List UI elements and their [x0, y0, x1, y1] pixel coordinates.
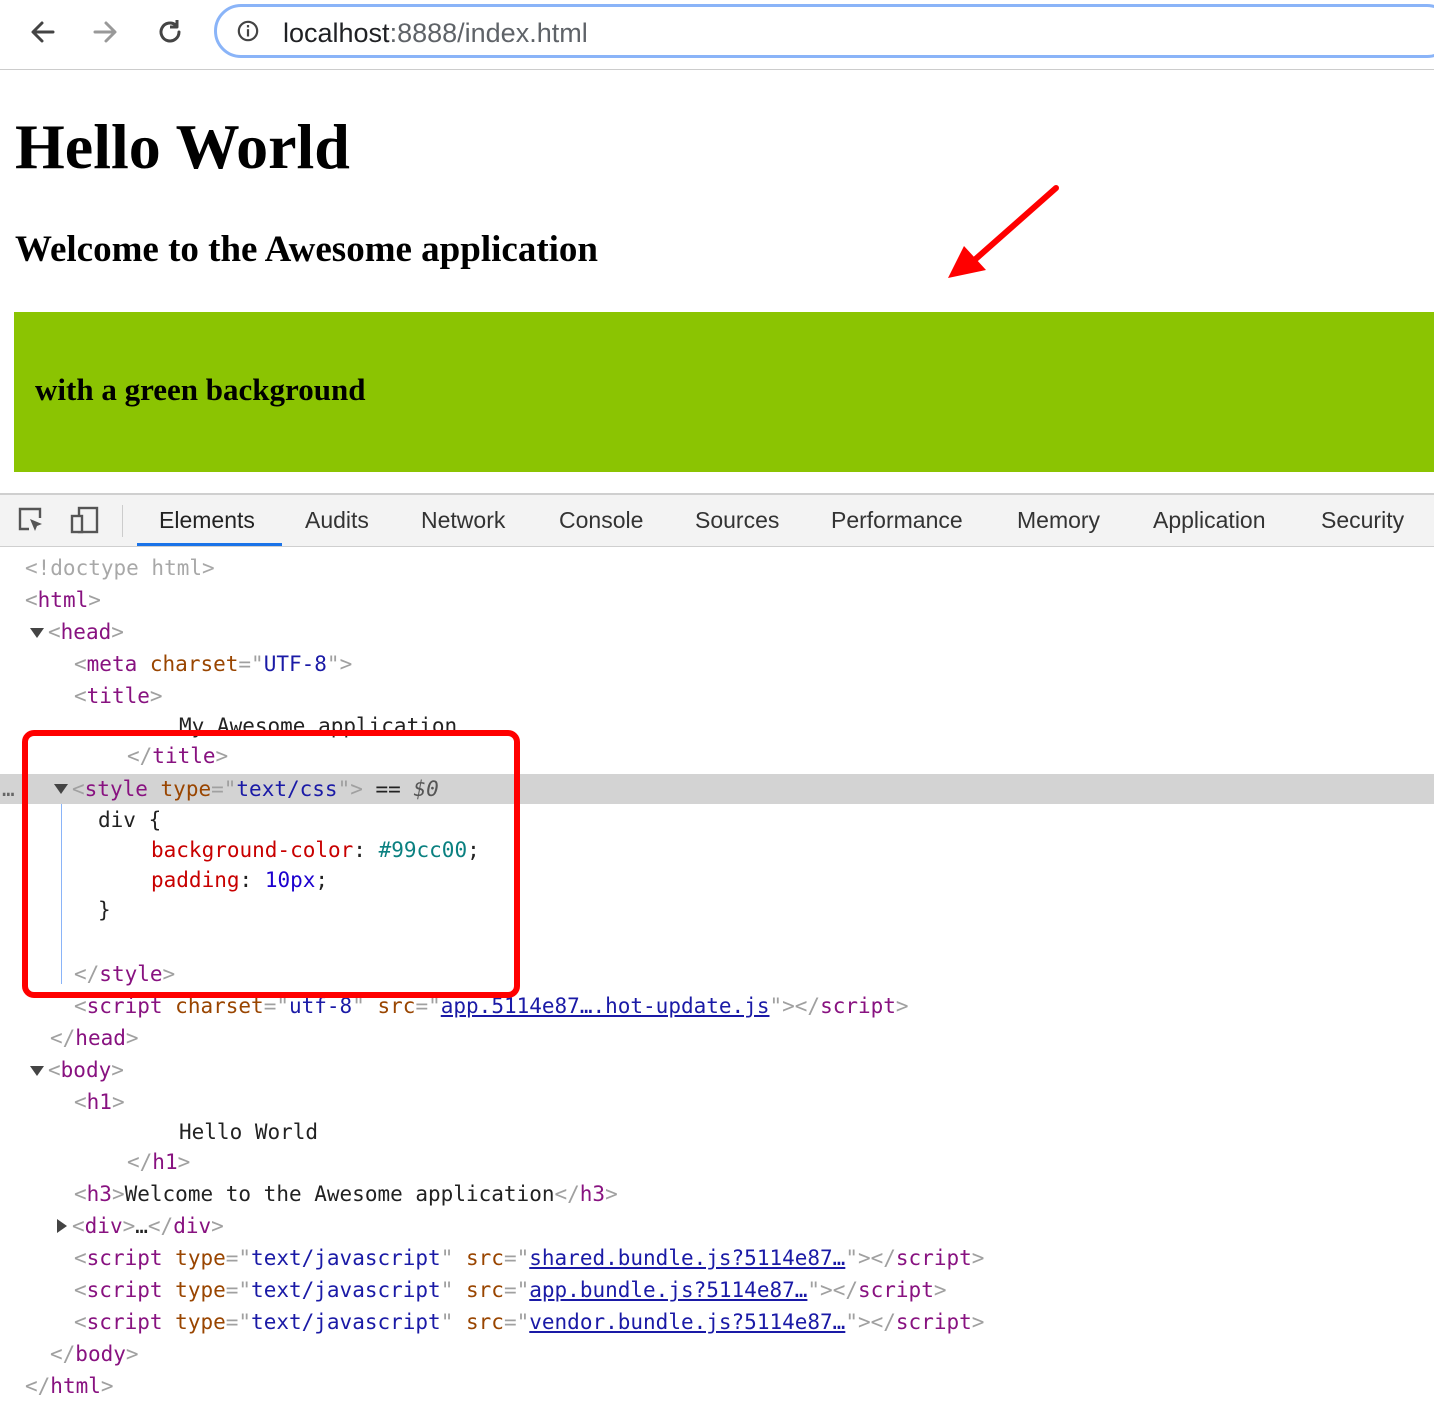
annotation-highlight-box — [22, 730, 520, 998]
tree-doctype[interactable]: <!doctype html> — [25, 553, 215, 583]
tab-security[interactable]: Security — [1321, 507, 1404, 534]
tab-sources[interactable]: Sources — [695, 507, 779, 534]
green-div-text: with a green background — [35, 372, 366, 407]
tree-html[interactable]: <html> — [25, 585, 101, 615]
page-heading: Hello World — [15, 111, 350, 182]
head-expand-toggle[interactable] — [30, 628, 44, 638]
inspect-element-icon[interactable] — [16, 505, 46, 535]
tree-h1-close[interactable]: </h1> — [127, 1147, 190, 1177]
tree-script-shared[interactable]: <script type="text/javascript" src="shar… — [74, 1243, 984, 1273]
page-subheading: Welcome to the Awesome application — [15, 229, 599, 270]
tree-script-app[interactable]: <script type="text/javascript" src="app.… — [74, 1275, 947, 1305]
tab-memory[interactable]: Memory — [1017, 507, 1100, 534]
shared-bundle-link[interactable]: shared.bundle.js?5114e87… — [529, 1246, 845, 1270]
device-toolbar-icon[interactable] — [70, 505, 100, 535]
tree-head-close[interactable]: </head> — [50, 1023, 139, 1053]
tree-head[interactable]: <head> — [48, 617, 124, 647]
tree-h1-text[interactable]: Hello World — [179, 1117, 318, 1147]
tab-console[interactable]: Console — [559, 507, 643, 534]
tree-html-close[interactable]: </html> — [25, 1371, 114, 1401]
active-tab-indicator — [137, 543, 282, 546]
tab-performance[interactable]: Performance — [831, 507, 963, 534]
app-bundle-link[interactable]: app.bundle.js?5114e87… — [529, 1278, 807, 1302]
tree-title-open[interactable]: <title> — [74, 681, 163, 711]
tree-body[interactable]: <body> — [48, 1055, 124, 1085]
tab-network[interactable]: Network — [421, 507, 505, 534]
div-expand-toggle[interactable] — [57, 1219, 67, 1233]
tree-body-close[interactable]: </body> — [50, 1339, 139, 1369]
forward-button[interactable] — [88, 14, 124, 50]
tree-script-vendor[interactable]: <script type="text/javascript" src="vend… — [74, 1307, 984, 1337]
forward-arrow-icon — [93, 21, 117, 43]
back-arrow-icon — [31, 21, 55, 43]
tree-h3[interactable]: <h3>Welcome to the Awesome application</… — [74, 1179, 618, 1209]
tree-h1-open[interactable]: <h1> — [74, 1087, 125, 1117]
info-icon[interactable] — [237, 20, 259, 42]
green-div: with a green background — [14, 312, 1434, 472]
toolbar-separator — [122, 505, 123, 537]
tab-elements[interactable]: Elements — [159, 507, 255, 534]
tab-audits[interactable]: Audits — [305, 507, 369, 534]
reload-icon — [159, 20, 181, 43]
back-button[interactable] — [24, 14, 60, 50]
tree-meta[interactable]: <meta charset="UTF-8"> — [74, 649, 352, 679]
browser-toolbar: localhost:8888/index.html — [0, 0, 1434, 70]
node-actions-dots[interactable]: … — [2, 774, 15, 804]
body-expand-toggle[interactable] — [30, 1066, 44, 1076]
reload-button[interactable] — [152, 14, 188, 50]
devtools-tab-bar: Elements Audits Network Console Sources … — [0, 493, 1434, 547]
annotation-arrow-icon — [948, 185, 1059, 278]
address-bar[interactable]: localhost:8888/index.html — [214, 4, 1434, 58]
url-text: localhost:8888/index.html — [283, 18, 588, 48]
vendor-bundle-link[interactable]: vendor.bundle.js?5114e87… — [529, 1310, 845, 1334]
tree-div[interactable]: <div>…</div> — [72, 1211, 224, 1241]
tab-application[interactable]: Application — [1153, 507, 1266, 534]
